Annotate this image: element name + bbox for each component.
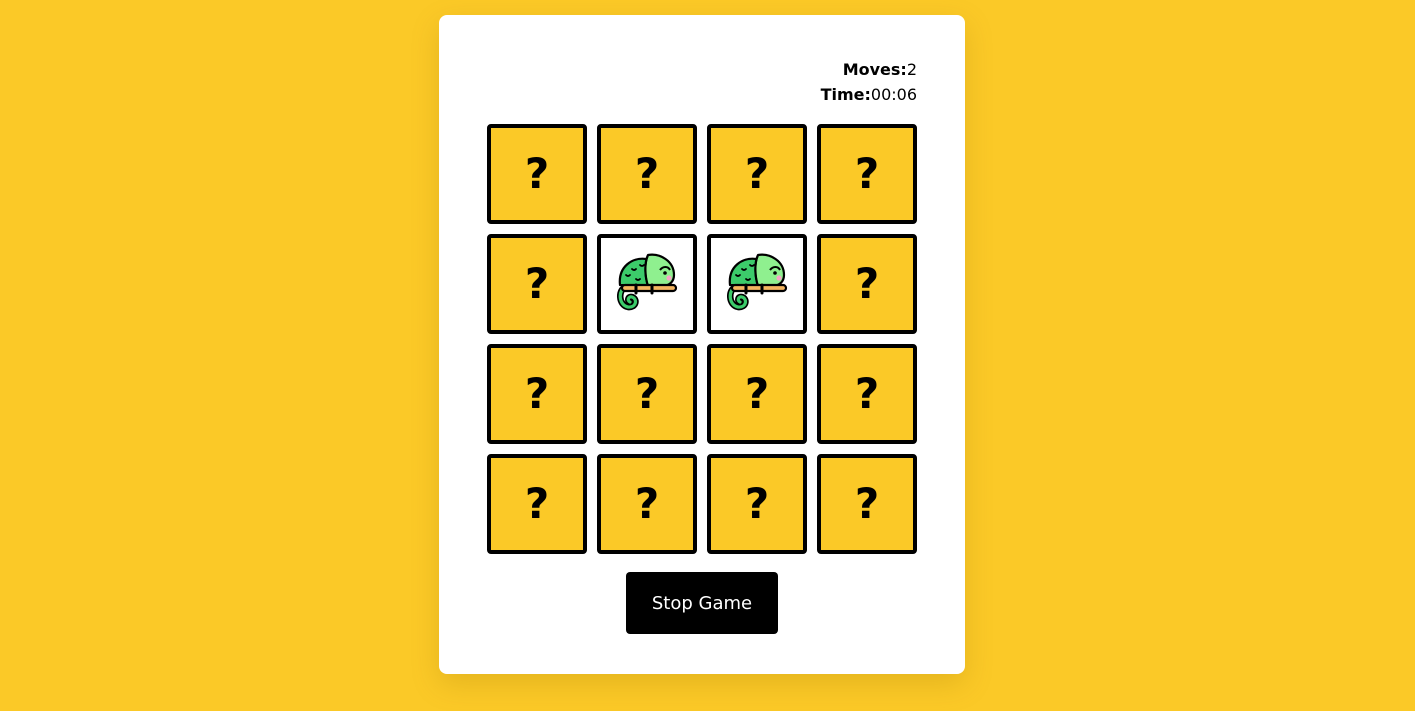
card[interactable]: ? [707, 124, 807, 224]
question-mark: ? [854, 149, 880, 198]
card[interactable]: ? [707, 454, 807, 554]
chameleon-icon [722, 249, 792, 319]
question-mark: ? [524, 479, 550, 528]
card[interactable]: ? [487, 124, 587, 224]
question-mark: ? [524, 369, 550, 418]
time-value: 00:06 [870, 85, 917, 104]
question-mark: ? [634, 479, 660, 528]
question-mark: ? [854, 479, 880, 528]
question-mark: ? [854, 259, 880, 308]
question-mark: ? [744, 479, 770, 528]
chameleon-icon [612, 249, 682, 319]
card[interactable]: ? [817, 234, 917, 334]
question-mark: ? [854, 369, 880, 418]
card[interactable]: ? [817, 124, 917, 224]
moves-counter: Moves:2 [821, 57, 917, 82]
card[interactable]: ? [487, 344, 587, 444]
card-grid: ? ? ? ? ? ? ? ? ? ? ? ? ? ? ? ? [487, 124, 917, 554]
question-mark: ? [744, 149, 770, 198]
card[interactable]: ? [597, 454, 697, 554]
stats-panel: Moves:2 Time:00:06 [821, 57, 917, 107]
question-mark: ? [634, 149, 660, 198]
moves-label: Moves: [842, 60, 907, 79]
card[interactable]: ? [487, 454, 587, 554]
card[interactable]: ? [817, 454, 917, 554]
card-revealed[interactable]: ? [707, 234, 807, 334]
timer: Time:00:06 [821, 82, 917, 107]
card[interactable]: ? [817, 344, 917, 444]
time-label: Time: [820, 85, 871, 104]
card-revealed[interactable]: ? [597, 234, 697, 334]
game-panel: Moves:2 Time:00:06 ? ? ? ? ? ? ? ? ? ? ?… [439, 15, 965, 674]
question-mark: ? [744, 369, 770, 418]
card[interactable]: ? [597, 344, 697, 444]
card[interactable]: ? [707, 344, 807, 444]
moves-value: 2 [906, 60, 917, 79]
question-mark: ? [524, 149, 550, 198]
question-mark: ? [524, 259, 550, 308]
stop-game-button[interactable]: Stop Game [626, 572, 778, 634]
question-mark: ? [634, 369, 660, 418]
card[interactable]: ? [597, 124, 697, 224]
card[interactable]: ? [487, 234, 587, 334]
